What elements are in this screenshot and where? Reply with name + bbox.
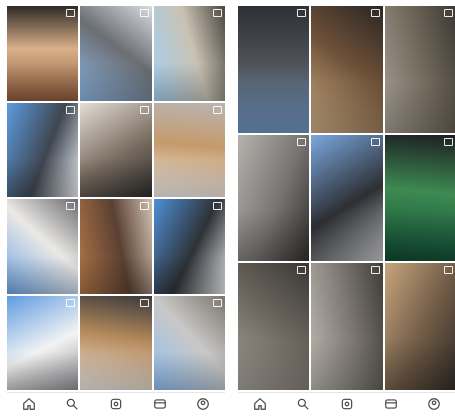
multi-photo-icon	[66, 202, 76, 210]
photo-image	[153, 6, 225, 101]
multi-photo-icon	[297, 9, 307, 17]
search-icon[interactable]	[64, 396, 80, 412]
bottom-tabbar-left	[7, 392, 225, 415]
profile-icon[interactable]	[195, 396, 211, 412]
photo-image	[384, 263, 455, 390]
photo-image	[311, 134, 383, 262]
photo-tile[interactable]	[384, 6, 455, 133]
photo-tile[interactable]	[153, 102, 225, 197]
photo-image	[153, 199, 225, 294]
photo-tile[interactable]	[384, 134, 455, 262]
photo-tile[interactable]	[7, 199, 79, 294]
multi-photo-icon	[213, 202, 222, 210]
multi-photo-icon	[444, 137, 453, 146]
photo-tile[interactable]	[80, 6, 152, 101]
multi-photo-icon	[66, 298, 76, 307]
photo-tile[interactable]	[238, 263, 310, 390]
photo-tile[interactable]	[238, 6, 310, 133]
photo-image	[238, 134, 310, 262]
multi-photo-icon	[297, 137, 307, 146]
multi-photo-icon	[139, 202, 149, 210]
photo-tile[interactable]	[311, 263, 383, 390]
left-phone-screen	[7, 6, 225, 415]
multi-photo-icon	[66, 105, 76, 114]
multi-photo-icon	[139, 298, 149, 307]
multi-photo-icon	[213, 9, 222, 17]
photo-tile[interactable]	[7, 295, 79, 390]
search-icon[interactable]	[295, 396, 311, 412]
photo-image	[7, 295, 79, 390]
photo-image	[153, 295, 225, 390]
bookmark-icon[interactable]	[108, 396, 124, 412]
home-icon[interactable]	[21, 396, 37, 412]
photo-tile[interactable]	[80, 199, 152, 294]
photo-image	[238, 263, 310, 390]
photo-image	[153, 102, 225, 197]
photo-image	[238, 6, 310, 133]
photo-image	[7, 6, 79, 101]
photo-tile[interactable]	[384, 263, 455, 390]
multi-photo-icon	[370, 137, 380, 146]
photo-image	[311, 6, 383, 133]
chat-icon[interactable]	[152, 396, 168, 412]
photo-image	[311, 263, 383, 390]
multi-photo-icon	[66, 9, 76, 17]
photo-tile[interactable]	[80, 295, 152, 390]
right-phone-screen	[238, 6, 455, 415]
photo-tile[interactable]	[153, 295, 225, 390]
photo-image	[80, 102, 152, 197]
multi-photo-icon	[370, 9, 380, 17]
photo-grid-right	[238, 6, 455, 390]
photo-tile[interactable]	[153, 6, 225, 101]
profile-icon[interactable]	[426, 396, 442, 412]
photo-tile[interactable]	[7, 102, 79, 197]
bottom-tabbar-right	[238, 392, 455, 415]
multi-photo-icon	[213, 105, 222, 114]
photo-tile[interactable]	[311, 6, 383, 133]
photo-image	[7, 199, 79, 294]
photo-tile[interactable]	[311, 134, 383, 262]
photo-tile[interactable]	[153, 199, 225, 294]
chat-icon[interactable]	[383, 396, 399, 412]
photo-image	[7, 102, 79, 197]
multi-photo-icon	[444, 9, 453, 17]
photo-image	[384, 6, 455, 133]
photo-image	[80, 199, 152, 294]
multi-photo-icon	[444, 266, 453, 275]
multi-photo-icon	[213, 298, 222, 307]
multi-photo-icon	[139, 9, 149, 17]
photo-tile[interactable]	[80, 102, 152, 197]
photo-image	[384, 134, 455, 262]
multi-photo-icon	[297, 266, 307, 275]
photo-grid-left	[7, 6, 225, 390]
photo-image	[80, 6, 152, 101]
photo-tile[interactable]	[7, 6, 79, 101]
multi-photo-icon	[139, 105, 149, 114]
bookmark-icon[interactable]	[339, 396, 355, 412]
photo-image	[80, 295, 152, 390]
home-icon[interactable]	[252, 396, 268, 412]
photo-tile[interactable]	[238, 134, 310, 262]
multi-photo-icon	[370, 266, 380, 275]
